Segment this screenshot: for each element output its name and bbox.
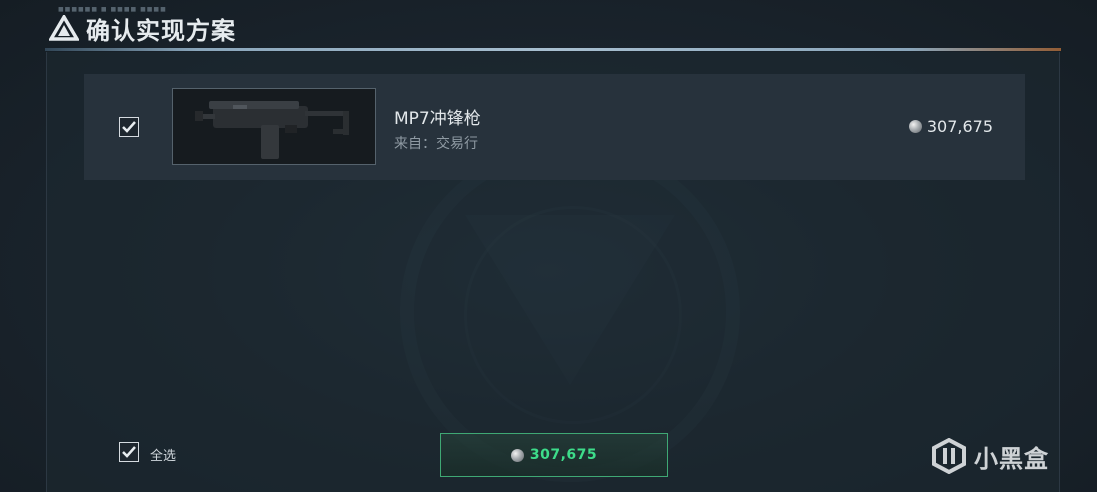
item-checkbox[interactable] — [119, 117, 139, 137]
select-all-label[interactable]: 全选 — [150, 445, 176, 464]
total-price: 307,675 — [529, 447, 598, 463]
item-price-value: 307,675 — [926, 117, 993, 136]
header: ■■■■■■ ■ ■■■■ ■■■■ 确认实现方案 — [0, 0, 1097, 51]
confirm-purchase-button[interactable]: 307,675 — [440, 433, 668, 477]
watermark: 小黑盒 — [932, 438, 1049, 474]
item-price: 307,675 — [908, 117, 993, 136]
item-source: 来自：交易行 — [394, 136, 478, 152]
checkmark-icon — [122, 446, 136, 458]
mp7-gun-thumbnail — [172, 88, 376, 165]
header-divider — [45, 48, 1061, 51]
watermark-text: 小黑盒 — [974, 444, 1049, 473]
page-title: 确认实现方案 — [86, 17, 236, 45]
triangle-logo-icon — [49, 15, 79, 41]
coin-icon — [510, 448, 524, 462]
select-all-checkbox[interactable] — [119, 442, 139, 462]
xiaoheihe-logo-icon — [932, 438, 966, 474]
gun-icon — [195, 101, 349, 159]
coin-icon — [908, 120, 922, 133]
item-name: MP7冲锋枪 — [394, 109, 481, 129]
checkmark-icon — [122, 121, 136, 133]
